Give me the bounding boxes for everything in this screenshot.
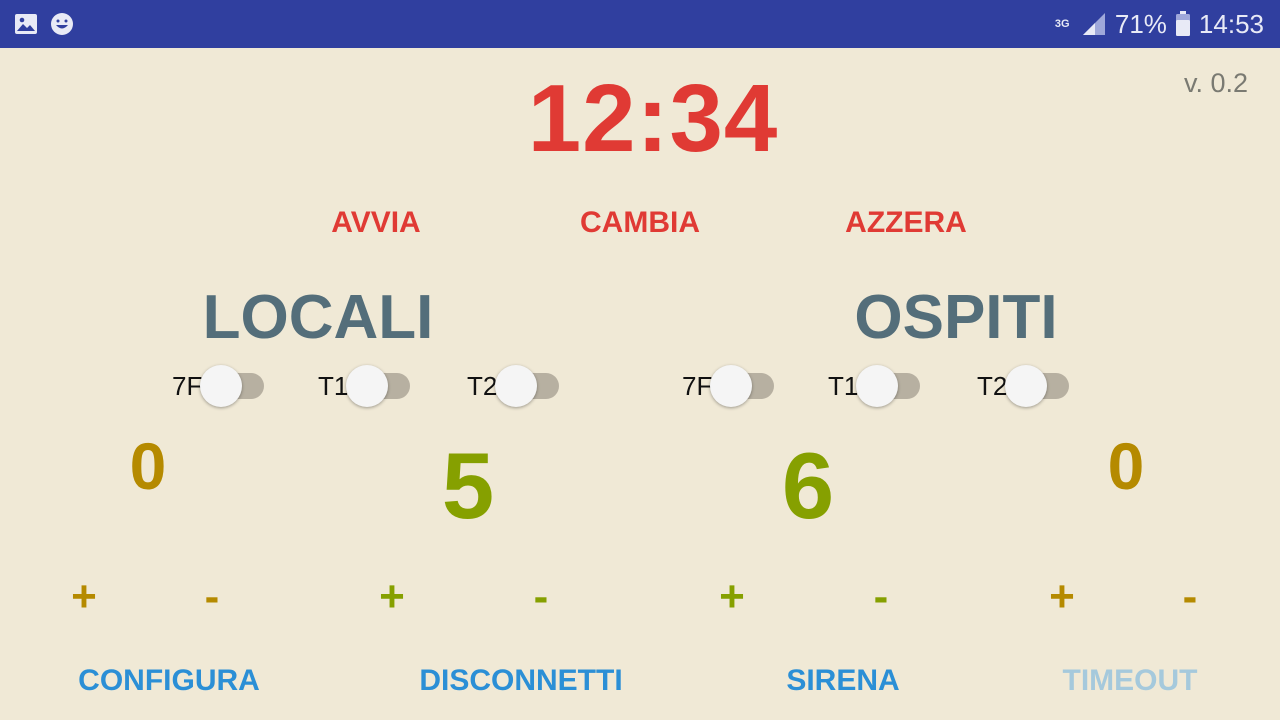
switch-label: T2 bbox=[977, 370, 1008, 401]
clock: 14:53 bbox=[1198, 8, 1264, 39]
battery-icon bbox=[1175, 11, 1190, 36]
home-switch-7f[interactable]: 7F bbox=[172, 364, 265, 408]
toggle-track[interactable] bbox=[200, 365, 265, 407]
toggle-track[interactable] bbox=[1005, 365, 1070, 407]
switch-label: T1 bbox=[828, 370, 859, 401]
configure-button[interactable]: CONFIGURA bbox=[39, 664, 299, 698]
toggle-thumb[interactable] bbox=[200, 365, 243, 407]
battery-percent: 71% bbox=[1114, 8, 1167, 39]
away-fouls: 0 bbox=[1107, 429, 1145, 503]
home-fouls: 0 bbox=[129, 429, 167, 503]
away-fouls-minus-button[interactable]: - bbox=[1160, 572, 1220, 622]
away-score-plus-button[interactable]: + bbox=[702, 572, 762, 622]
disconnect-button[interactable]: DISCONNETTI bbox=[391, 664, 651, 698]
smiley-icon bbox=[51, 13, 73, 35]
image-icon bbox=[15, 14, 37, 34]
toggle-track[interactable] bbox=[710, 365, 775, 407]
switch-label: 7F bbox=[682, 370, 713, 401]
toggle-thumb[interactable] bbox=[710, 365, 753, 407]
home-fouls-minus-button[interactable]: - bbox=[182, 572, 242, 622]
away-fouls-plus-button[interactable]: + bbox=[1032, 572, 1092, 622]
away-score: 6 bbox=[781, 433, 835, 538]
game-timer: 12:34 bbox=[527, 65, 779, 172]
start-button[interactable]: AVVIA bbox=[276, 206, 476, 240]
network-type: 3G bbox=[1054, 17, 1070, 30]
change-button[interactable]: CAMBIA bbox=[540, 206, 740, 240]
home-switch-t2[interactable]: T2 bbox=[467, 364, 560, 408]
toggle-thumb[interactable] bbox=[1005, 365, 1048, 407]
timeout-button: TIMEOUT bbox=[1062, 664, 1198, 697]
away-switch-7f[interactable]: 7F bbox=[682, 364, 775, 408]
toggle-track[interactable] bbox=[346, 365, 411, 407]
away-switch-t2[interactable]: T2 bbox=[977, 364, 1070, 408]
status-bar: 3G 71% 14:53 bbox=[0, 0, 1280, 48]
home-score-minus-button[interactable]: - bbox=[511, 572, 571, 622]
home-switch-t1[interactable]: T1 bbox=[318, 364, 411, 408]
away-team-name: OSPITI bbox=[854, 283, 1058, 352]
switch-label: T1 bbox=[318, 370, 349, 401]
away-score-minus-button[interactable]: - bbox=[851, 572, 911, 622]
switch-label: 7F bbox=[172, 370, 203, 401]
home-team-name: LOCALI bbox=[202, 283, 434, 352]
signal-icon bbox=[1082, 13, 1105, 35]
toggle-thumb[interactable] bbox=[495, 365, 538, 407]
reset-button[interactable]: AZZERA bbox=[806, 206, 1006, 240]
toggle-thumb[interactable] bbox=[856, 365, 899, 407]
siren-button[interactable]: SIRENA bbox=[713, 664, 973, 698]
home-score: 5 bbox=[441, 433, 495, 538]
away-switch-t1[interactable]: T1 bbox=[828, 364, 921, 408]
home-score-plus-button[interactable]: + bbox=[362, 572, 422, 622]
toggle-thumb[interactable] bbox=[346, 365, 389, 407]
toggle-track[interactable] bbox=[856, 365, 921, 407]
home-fouls-plus-button[interactable]: + bbox=[54, 572, 114, 622]
switch-label: T2 bbox=[467, 370, 498, 401]
toggle-track[interactable] bbox=[495, 365, 560, 407]
